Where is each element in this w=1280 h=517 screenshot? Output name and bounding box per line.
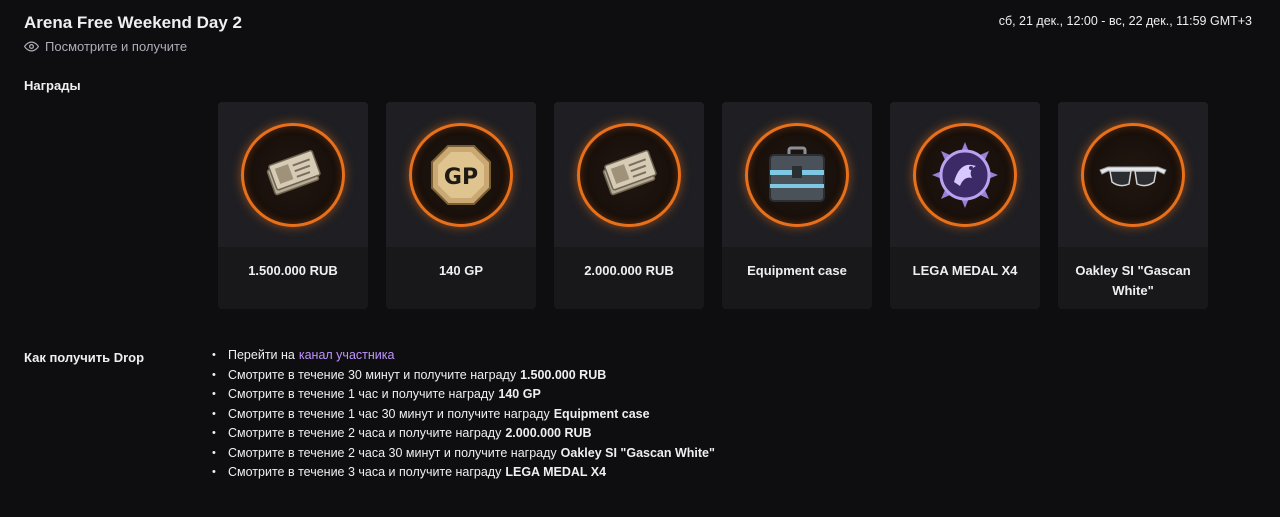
subtitle-text: Посмотрите и получите [45, 39, 188, 54]
list-item: • Смотрите в течение 2 часа 30 минут и п… [212, 444, 715, 464]
bullet: • [212, 388, 216, 400]
money-icon [266, 149, 321, 195]
eye-icon [24, 41, 39, 52]
bullet: • [212, 407, 216, 420]
reward-name: 1.500.000 RUB [248, 263, 338, 278]
howto-text: Смотрите в течение 1 час и получите нагр… [228, 387, 495, 401]
howto-reward: 140 GP [498, 387, 541, 401]
list-item: • Перейти на канал участника [212, 346, 715, 366]
rewards-list: 1.500.000 RUB GP 140 GP 2.000.000 RUB Eq… [218, 102, 1208, 309]
howto-text: Смотрите в течение 3 часа и получите наг… [228, 465, 502, 479]
reward-card[interactable]: 2.000.000 RUB [554, 102, 704, 309]
reward-ring: GP [409, 122, 513, 227]
howto-reward: LEGA MEDAL X4 [505, 465, 607, 479]
svg-text:GP: GP [444, 165, 478, 190]
howto-text: Смотрите в течение 1 час 30 минут и полу… [228, 406, 550, 421]
equipment-case-icon [769, 146, 825, 202]
reward-card[interactable]: Equipment case [722, 102, 872, 309]
gp-coin-icon: GP [431, 144, 491, 205]
reward-art [218, 102, 368, 247]
reward-card[interactable]: 1.500.000 RUB [218, 102, 368, 309]
sunglasses-icon [1099, 166, 1167, 186]
reward-art [890, 102, 1040, 247]
reward-name: Equipment case [747, 263, 847, 278]
bullet: • [212, 466, 216, 478]
bullet: • [212, 368, 216, 381]
howto-reward: Equipment case [553, 406, 650, 421]
channel-link[interactable]: канал участника [299, 346, 395, 366]
reward-name: 2.000.000 RUB [584, 263, 674, 278]
bullet: • [212, 349, 216, 361]
list-item: • Смотрите в течение 1 час 30 минут и по… [212, 405, 715, 425]
reward-name: LEGA MEDAL X4 [912, 263, 1018, 278]
rewards-heading: Награды [24, 78, 81, 93]
date-range: сб, 21 дек., 12:00 - вс, 22 дек., 11:59 … [998, 14, 1252, 28]
howto-text: Смотрите в течение 30 минут и получите н… [228, 367, 517, 382]
howto-list: • Перейти на канал участника • Смотрите … [212, 346, 715, 483]
bullet: • [212, 446, 216, 459]
list-item: • Смотрите в течение 1 час и получите на… [212, 385, 715, 405]
reward-ring [1081, 122, 1185, 227]
howto-text: Перейти на [228, 348, 295, 362]
reward-ring [913, 122, 1017, 227]
reward-card[interactable]: GP 140 GP [386, 102, 536, 309]
howto-reward: 2.000.000 RUB [505, 426, 592, 440]
howto-reward: Oakley SI "Gascan White" [560, 445, 715, 460]
reward-ring [577, 122, 681, 227]
reward-name: 140 GP [438, 263, 484, 278]
reward-art [554, 102, 704, 247]
subtitle: Посмотрите и получите [24, 39, 187, 54]
howto-reward: 1.500.000 RUB [520, 367, 607, 382]
list-item: • Смотрите в течение 3 часа и получите н… [212, 463, 715, 483]
reward-name: Oakley SI "Gascan White" [1075, 263, 1191, 298]
howto-text: Смотрите в течение 2 часа 30 минут и пол… [228, 445, 557, 460]
reward-art [1058, 102, 1208, 247]
howto-heading: Как получить Drop [24, 350, 145, 365]
reward-ring [241, 122, 345, 227]
howto-text: Смотрите в течение 2 часа и получите наг… [228, 426, 502, 440]
bullet: • [212, 427, 216, 439]
money-icon [602, 149, 657, 195]
page-title: Arena Free Weekend Day 2 [24, 13, 242, 32]
reward-art: GP [386, 102, 536, 247]
reward-card[interactable]: Oakley SI "Gascan White" [1058, 102, 1208, 309]
medal-icon [932, 141, 998, 208]
list-item: • Смотрите в течение 30 минут и получите… [212, 366, 715, 386]
reward-art [722, 102, 872, 247]
reward-card[interactable]: LEGA MEDAL X4 [890, 102, 1040, 309]
list-item: • Смотрите в течение 2 часа и получите н… [212, 424, 715, 444]
reward-ring [745, 122, 849, 227]
